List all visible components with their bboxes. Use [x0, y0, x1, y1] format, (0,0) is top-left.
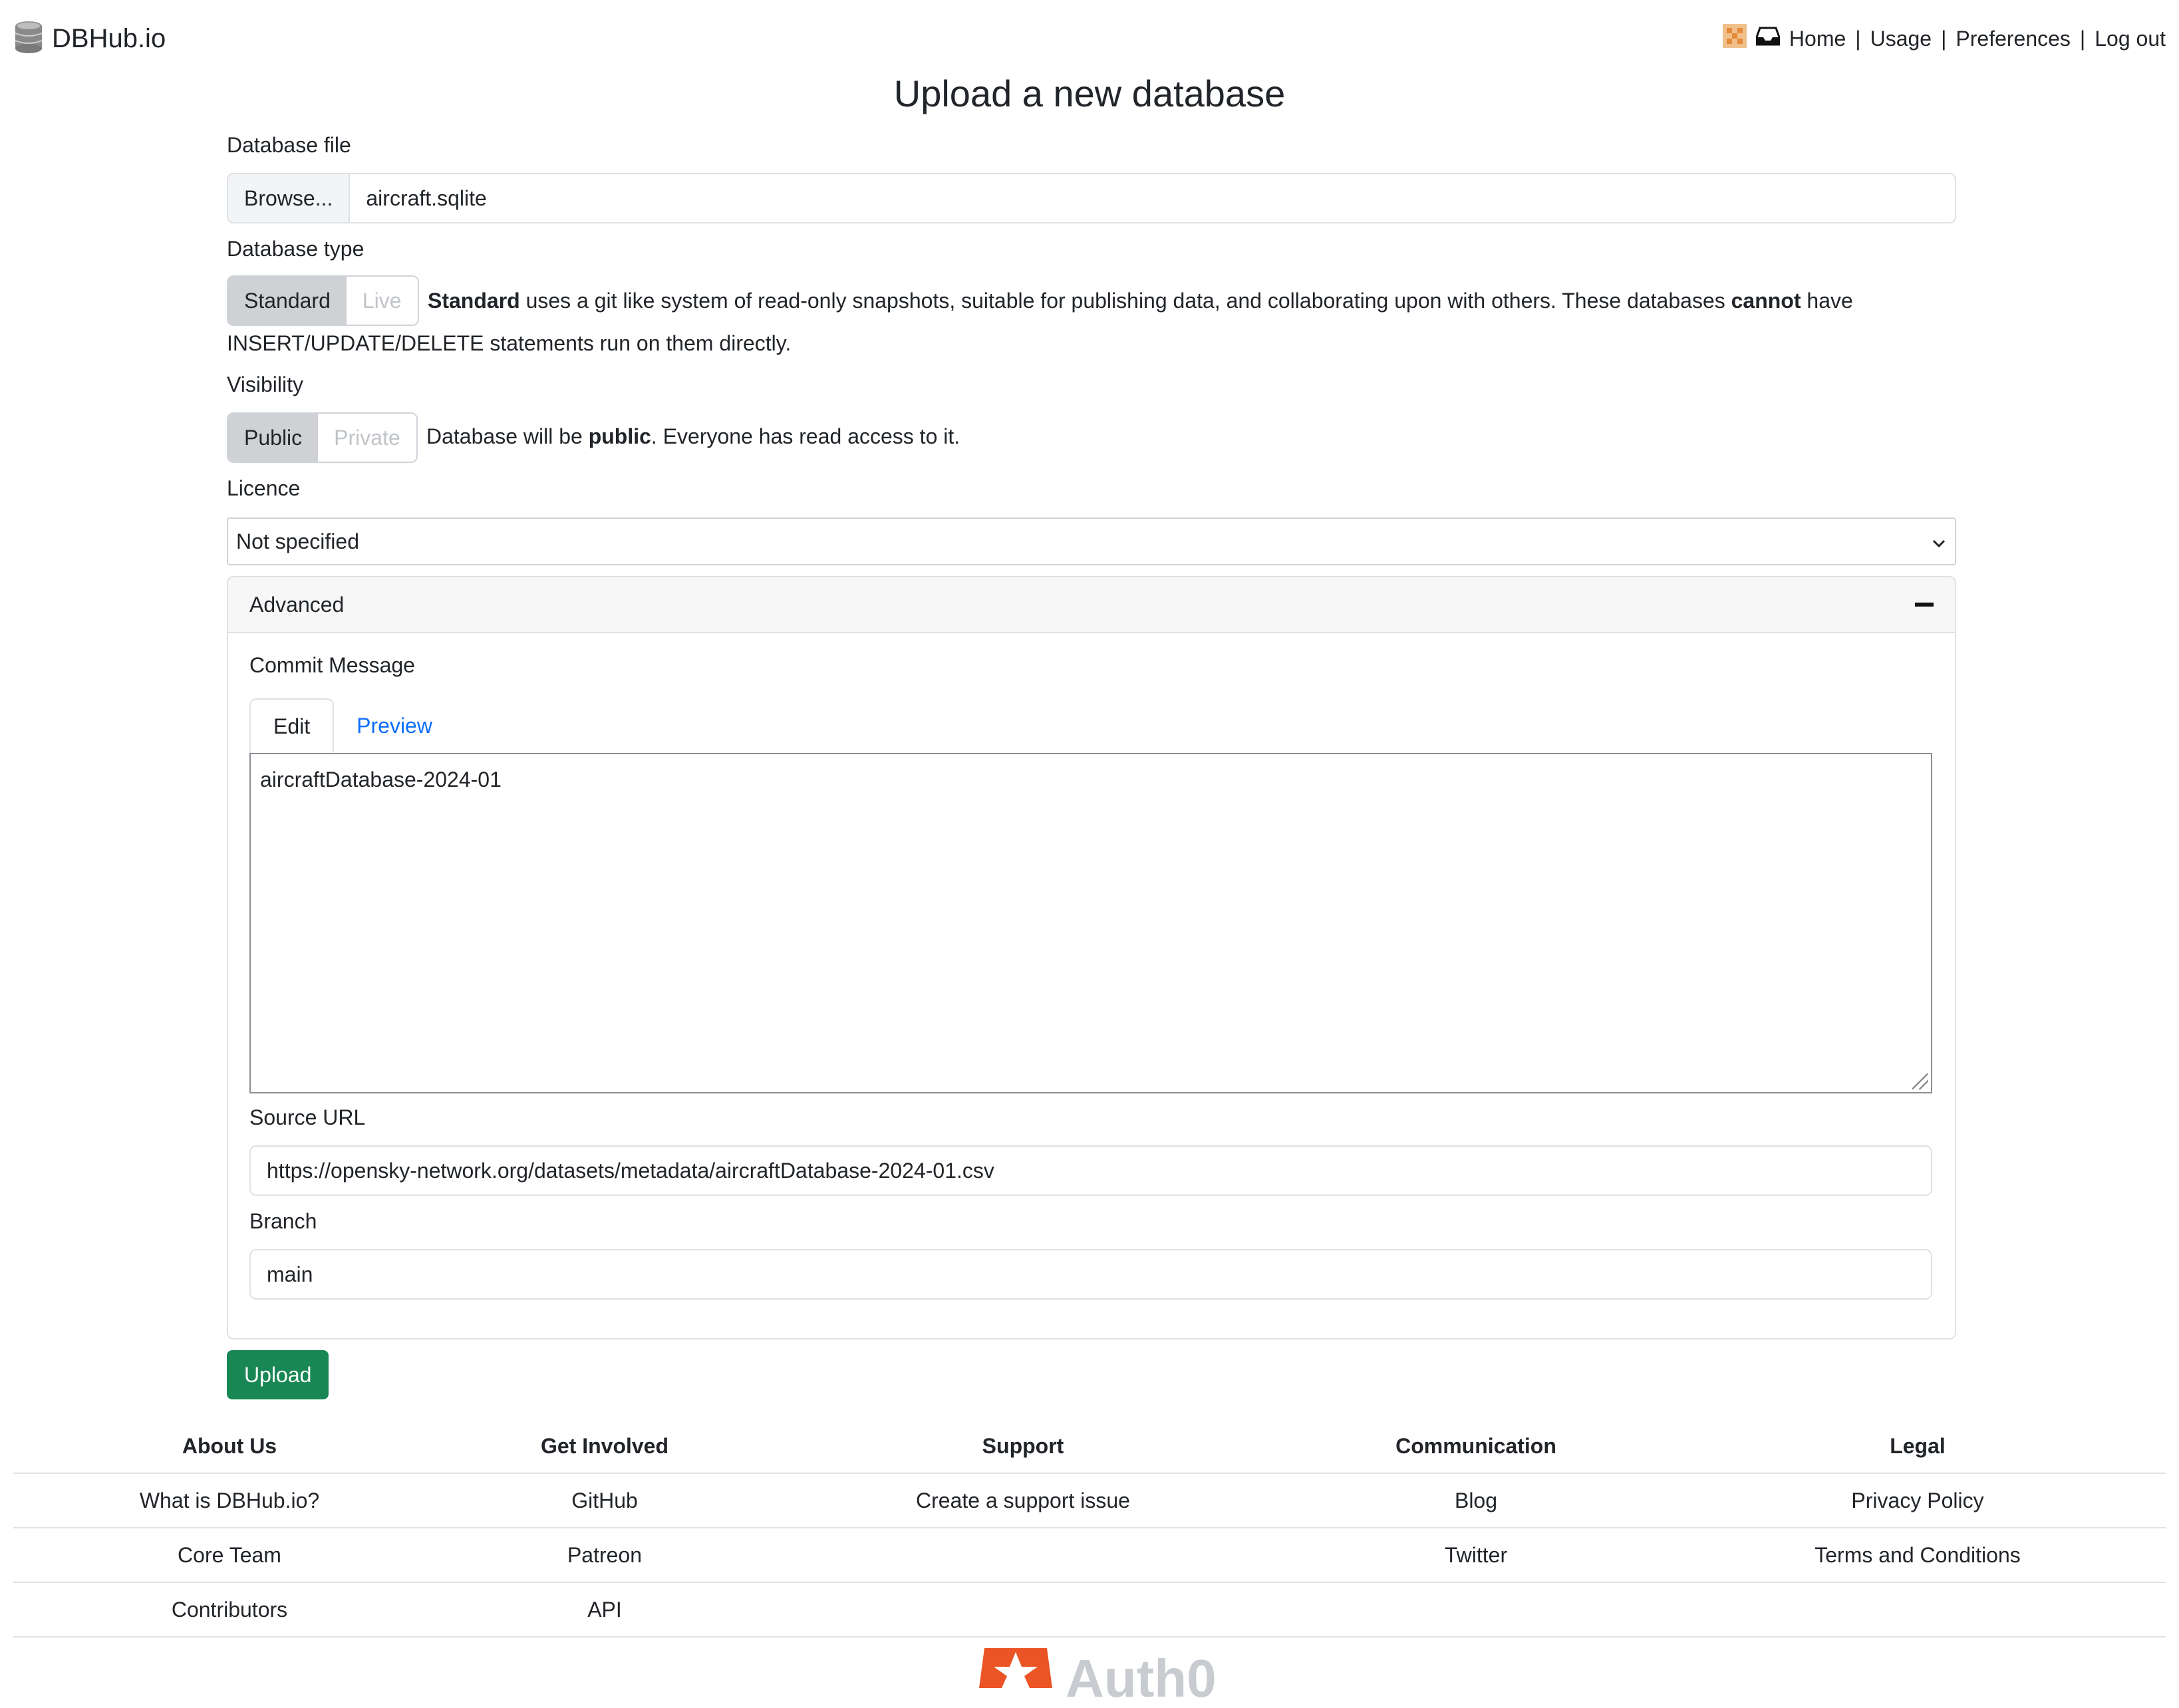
footer-heading-communication: Communication — [1395, 1433, 1556, 1458]
type-live-button[interactable]: Live — [346, 277, 418, 325]
page-title: Upload a new database — [893, 72, 1286, 114]
source-url-label: Source URL — [249, 1105, 366, 1129]
brand[interactable]: DBHub.io — [13, 19, 166, 59]
advanced-title: Advanced — [249, 592, 345, 617]
branch-value: main — [267, 1262, 313, 1286]
footer-heading-legal: Legal — [1890, 1433, 1946, 1458]
footer-row: Core Team Patreon Twitter Terms and Cond… — [13, 1528, 2166, 1583]
licence-selected-value: Not specified — [236, 529, 359, 553]
auth0-star-icon — [979, 1648, 1052, 1691]
footer-link-twitter[interactable]: Twitter — [1282, 1528, 1670, 1582]
nav-separator: | — [2079, 26, 2086, 51]
footer-link-blog[interactable]: Blog — [1282, 1474, 1670, 1527]
visibility-toggle: Public Private — [227, 412, 418, 463]
commit-message-textarea[interactable]: aircraftDatabase-2024-01 — [249, 753, 1932, 1093]
database-type-description-continued: INSERT/UPDATE/DELETE statements run on t… — [227, 331, 792, 355]
database-type-description: Standard uses a git like system of read-… — [428, 279, 1958, 322]
visibility-public-button[interactable]: Public — [228, 414, 319, 462]
footer-heading-get-involved: Get Involved — [540, 1433, 669, 1458]
tab-edit[interactable]: Edit — [249, 698, 335, 753]
branch-input[interactable]: main — [249, 1249, 1932, 1300]
footer-link-contributors[interactable]: Contributors — [13, 1583, 446, 1636]
footer-heading-support: Support — [982, 1433, 1064, 1458]
footer-link-terms[interactable]: Terms and Conditions — [1670, 1528, 2166, 1582]
footer-empty-cell — [1282, 1583, 1670, 1636]
database-file-input[interactable]: Browse... aircraft.sqlite — [227, 173, 1956, 223]
nav-usage-link[interactable]: Usage — [1870, 27, 1932, 51]
tab-preview[interactable]: Preview — [334, 698, 455, 753]
visibility-private-button[interactable]: Private — [318, 414, 416, 462]
visibility-description: Database will be public. Everyone has re… — [426, 415, 960, 458]
avatar-icon[interactable] — [1722, 24, 1747, 53]
licence-label: Licence — [227, 476, 301, 500]
chevron-down-icon — [1931, 529, 1947, 554]
footer-empty-cell — [764, 1528, 1282, 1582]
resize-handle-icon[interactable] — [1912, 1073, 1928, 1089]
footer-link-support-issue[interactable]: Create a support issue — [764, 1474, 1282, 1527]
upload-button[interactable]: Upload — [227, 1350, 329, 1399]
desc-text: have — [1801, 289, 1853, 313]
footer-link-privacy[interactable]: Privacy Policy — [1670, 1474, 2166, 1527]
desc-text: uses a git like system of read-only snap… — [519, 289, 1731, 313]
footer: About Us Get Involved Support Communicat… — [13, 1419, 2166, 1637]
footer-header-row: About Us Get Involved Support Communicat… — [13, 1419, 2166, 1474]
database-type-label: Database type — [227, 237, 364, 261]
brand-name: DBHub.io — [52, 23, 166, 53]
inbox-icon[interactable] — [1755, 25, 1781, 52]
auth0-sponsor-logo[interactable]: Auth0 — [979, 1648, 1217, 1705]
database-icon — [13, 20, 44, 58]
commit-message-tabs: Edit Preview — [249, 698, 455, 753]
source-url-value: https://opensky-network.org/datasets/met… — [267, 1158, 994, 1183]
selected-file-name: aircraft.sqlite — [366, 186, 487, 210]
footer-link-github[interactable]: GitHub — [446, 1474, 764, 1527]
source-url-input[interactable]: https://opensky-network.org/datasets/met… — [249, 1145, 1932, 1196]
footer-row: What is DBHub.io? GitHub Create a suppor… — [13, 1474, 2166, 1528]
database-type-toggle: Standard Live — [227, 275, 419, 326]
collapse-icon[interactable] — [1915, 603, 1934, 607]
browse-button[interactable]: Browse... — [228, 174, 351, 222]
desc-text: . Everyone has read access to it. — [651, 424, 960, 448]
nav-preferences-link[interactable]: Preferences — [1956, 27, 2071, 51]
footer-empty-cell — [764, 1583, 1282, 1636]
auth0-wordmark: Auth0 — [1066, 1649, 1217, 1708]
desc-text: Database will be — [426, 424, 589, 448]
footer-link-core-team[interactable]: Core Team — [13, 1528, 446, 1582]
advanced-panel: Advanced Commit Message Edit Preview air… — [227, 576, 1956, 1340]
top-navigation: Home | Usage | Preferences | Log out — [1722, 20, 2166, 57]
desc-bold-cannot: cannot — [1731, 289, 1801, 313]
advanced-panel-header[interactable]: Advanced — [228, 577, 1955, 633]
commit-message-label: Commit Message — [249, 653, 415, 677]
nav-separator: | — [1855, 26, 1861, 51]
desc-bold-public: public — [588, 424, 651, 448]
footer-row: Contributors API — [13, 1583, 2166, 1637]
licence-select[interactable]: Not specified — [227, 517, 1956, 565]
visibility-label: Visibility — [227, 372, 303, 396]
footer-heading-about: About Us — [182, 1433, 277, 1458]
type-standard-button[interactable]: Standard — [228, 277, 347, 325]
footer-empty-cell — [1670, 1583, 2166, 1636]
nav-home-link[interactable]: Home — [1789, 27, 1846, 51]
commit-message-text: aircraftDatabase-2024-01 — [260, 768, 502, 791]
nav-logout-link[interactable]: Log out — [2095, 27, 2166, 51]
footer-link-what-is[interactable]: What is DBHub.io? — [13, 1474, 446, 1527]
footer-link-patreon[interactable]: Patreon — [446, 1528, 764, 1582]
desc-bold-standard: Standard — [428, 289, 520, 313]
nav-separator: | — [1941, 26, 1947, 51]
footer-link-api[interactable]: API — [446, 1583, 764, 1636]
branch-label: Branch — [249, 1209, 317, 1233]
database-file-label: Database file — [227, 133, 351, 157]
